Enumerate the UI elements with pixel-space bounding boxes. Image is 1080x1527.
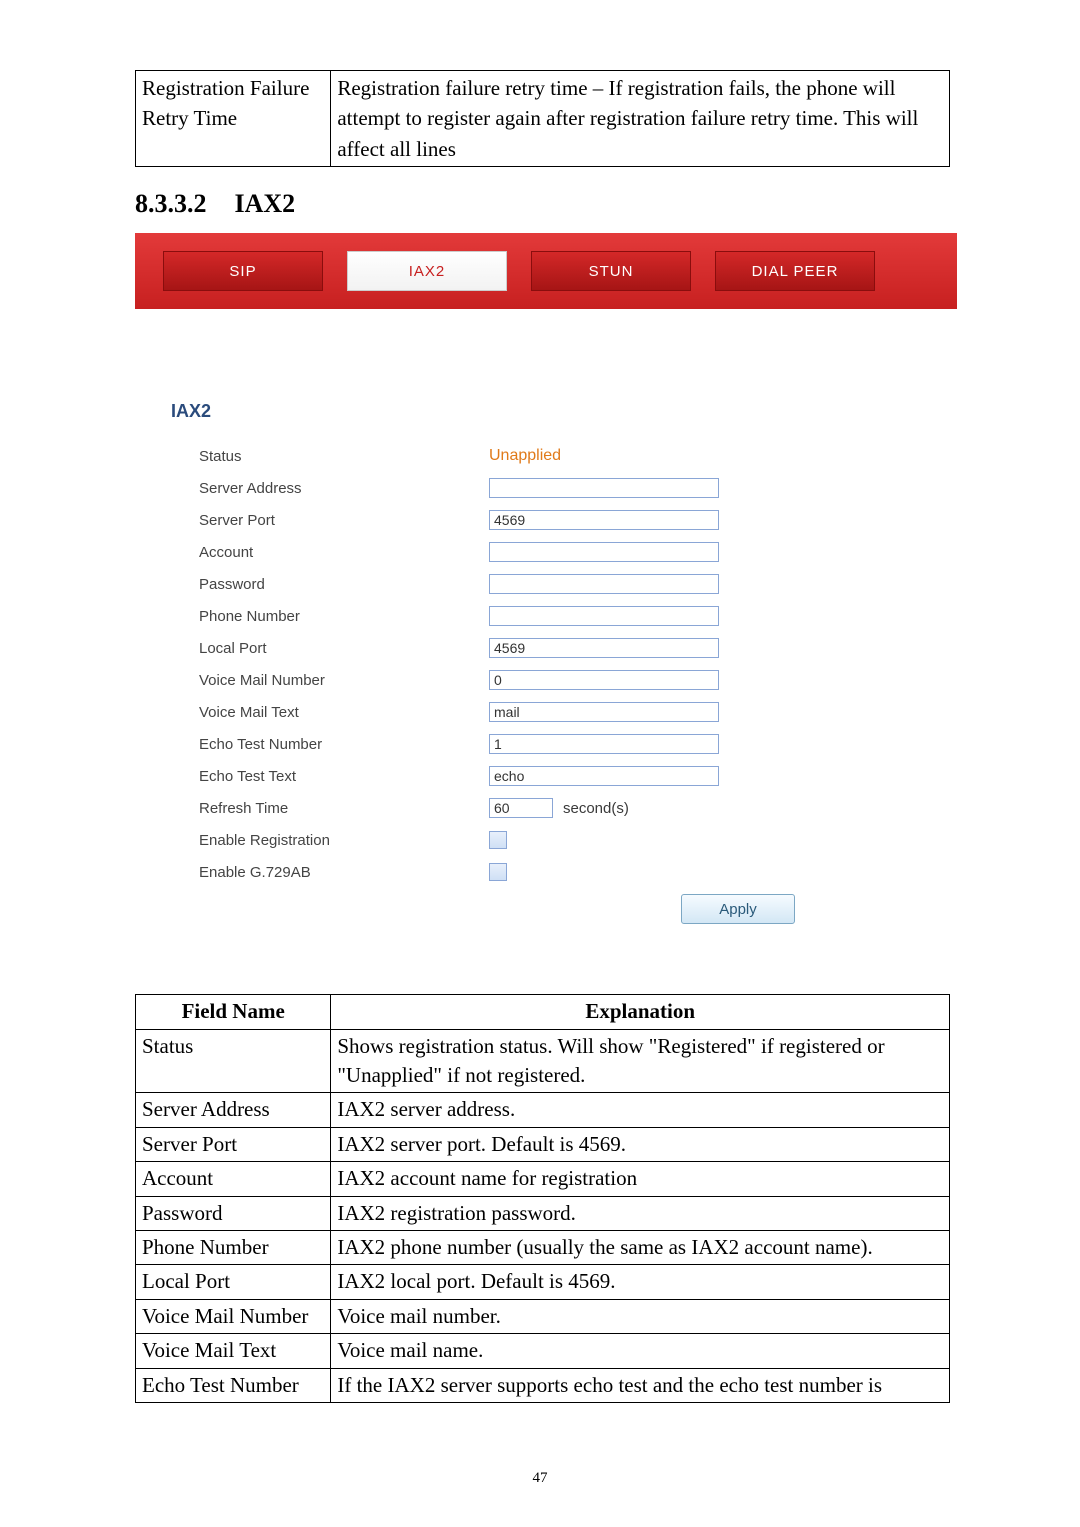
label-echo-test-number: Echo Test Number [171,736,489,753]
table-cell: Voice Mail Text [136,1334,331,1368]
input-password[interactable] [489,574,719,594]
label-enable-registration: Enable Registration [171,832,489,849]
apply-button[interactable]: Apply [681,894,795,924]
label-local-port: Local Port [171,640,489,657]
section-heading: 8.3.3.2 IAX2 [135,189,950,219]
section-title: IAX2 [235,189,296,218]
table-cell: Shows registration status. Will show "Re… [331,1029,950,1093]
table-cell: Voice Mail Number [136,1299,331,1333]
status-value: Unapplied [489,447,561,465]
tab-iax2[interactable]: IAX2 [347,251,507,291]
input-echo-test-number[interactable] [489,734,719,754]
table-cell: IAX2 account name for registration [331,1162,950,1196]
definition-table: Registration Failure Retry Time Registra… [135,70,950,167]
table-cell: IAX2 server port. Default is 4569. [331,1127,950,1161]
input-voice-mail-number[interactable] [489,670,719,690]
tab-sip[interactable]: SIP [163,251,323,291]
table-cell: Server Address [136,1093,331,1127]
label-server-address: Server Address [171,480,489,497]
section-number: 8.3.3.2 [135,189,207,218]
tab-dial-peer[interactable]: DIAL PEER [715,251,875,291]
input-phone-number[interactable] [489,606,719,626]
table-cell: Phone Number [136,1231,331,1265]
table-cell: Echo Test Number [136,1368,331,1402]
iax2-config-screenshot: SIP IAX2 STUN DIAL PEER IAX2 Status Unap… [135,233,957,948]
def-field: Registration Failure Retry Time [136,71,331,167]
label-refresh-unit: second(s) [563,800,629,817]
table-cell: IAX2 registration password. [331,1196,950,1230]
table-cell: Local Port [136,1265,331,1299]
table-cell: Voice mail name. [331,1334,950,1368]
table-cell: Account [136,1162,331,1196]
label-account: Account [171,544,489,561]
input-voice-mail-text[interactable] [489,702,719,722]
table-cell: Voice mail number. [331,1299,950,1333]
label-echo-test-text: Echo Test Text [171,768,489,785]
def-description: Registration failure retry time – If reg… [331,71,950,167]
checkbox-enable-registration[interactable] [489,831,507,849]
explain-header-field: Field Name [136,995,331,1029]
explanation-table: Field Name Explanation StatusShows regis… [135,994,950,1403]
input-local-port[interactable] [489,638,719,658]
label-phone-number: Phone Number [171,608,489,625]
input-refresh-time[interactable] [489,798,553,818]
table-cell: Password [136,1196,331,1230]
label-enable-g729ab: Enable G.729AB [171,864,489,881]
input-echo-test-text[interactable] [489,766,719,786]
table-cell: IAX2 server address. [331,1093,950,1127]
page-number: 47 [0,1470,1080,1487]
input-account[interactable] [489,542,719,562]
table-cell: Server Port [136,1127,331,1161]
input-server-address[interactable] [489,478,719,498]
table-cell: IAX2 local port. Default is 4569. [331,1265,950,1299]
label-voice-mail-text: Voice Mail Text [171,704,489,721]
tab-bar: SIP IAX2 STUN DIAL PEER [135,233,957,309]
table-cell: If the IAX2 server supports echo test an… [331,1368,950,1402]
table-cell: IAX2 phone number (usually the same as I… [331,1231,950,1265]
label-server-port: Server Port [171,512,489,529]
table-cell: Status [136,1029,331,1093]
input-server-port[interactable] [489,510,719,530]
label-voice-mail-number: Voice Mail Number [171,672,489,689]
tab-stun[interactable]: STUN [531,251,691,291]
form-title: IAX2 [171,401,927,422]
label-password: Password [171,576,489,593]
checkbox-enable-g729ab[interactable] [489,863,507,881]
explain-header-exp: Explanation [331,995,950,1029]
label-status: Status [171,448,489,465]
label-refresh-time: Refresh Time [171,800,489,817]
